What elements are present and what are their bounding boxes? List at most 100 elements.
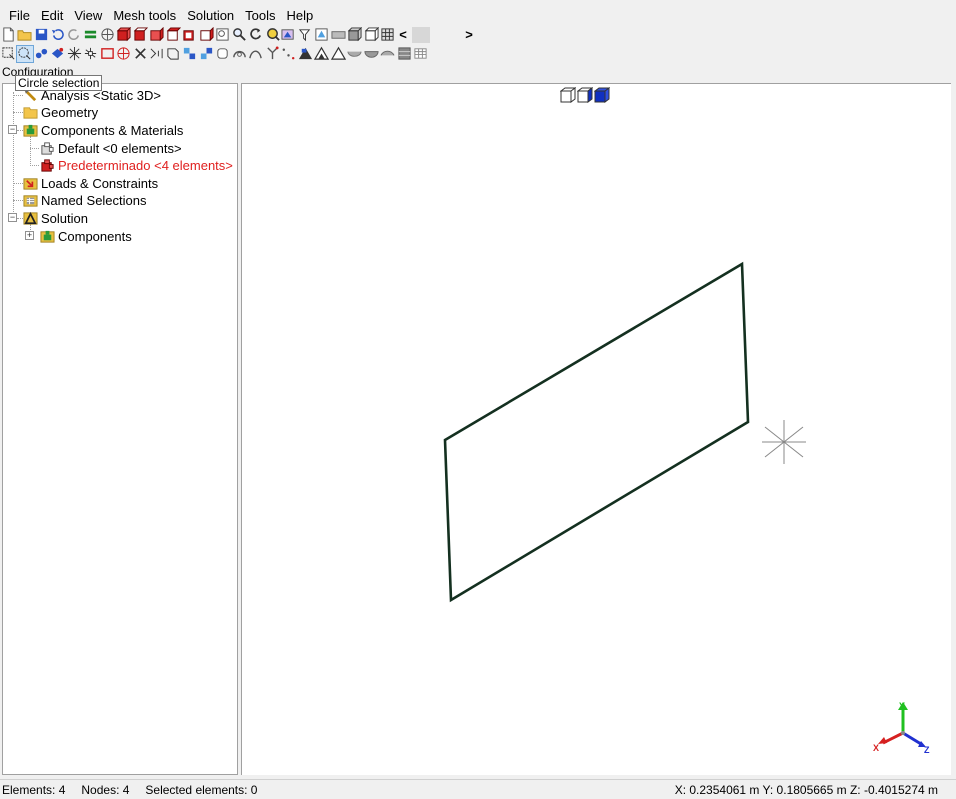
redo-icon[interactable] — [66, 27, 82, 43]
status-elements: Elements: 4 — [2, 783, 66, 797]
dots-icon[interactable] — [281, 46, 297, 62]
red-cube-left-icon[interactable] — [165, 27, 181, 43]
element-join-icon[interactable] — [198, 46, 214, 62]
red-cube-right-icon[interactable] — [182, 27, 198, 43]
loads-icon — [23, 176, 38, 191]
shell-icon[interactable] — [347, 46, 363, 62]
box-selection-icon[interactable] — [0, 46, 16, 62]
rotate-icon[interactable] — [248, 27, 264, 43]
equals-icon[interactable] — [83, 27, 99, 43]
red-cube-top-icon[interactable] — [198, 27, 214, 43]
named-selections-icon — [23, 193, 38, 208]
extrude-icon[interactable] — [165, 46, 181, 62]
tree-item-default[interactable]: Default <0 elements> — [40, 140, 182, 157]
delete-x-icon[interactable] — [132, 46, 148, 62]
menu-edit[interactable]: Edit — [36, 6, 69, 26]
node-spider-icon[interactable] — [83, 46, 99, 62]
undo-icon[interactable] — [50, 27, 66, 43]
tree-line — [13, 200, 23, 201]
wireframe-cube-icon[interactable] — [99, 27, 115, 43]
axis-label-y: Y — [899, 701, 905, 711]
tree-label-predeterminado: Predeterminado <4 elements> — [58, 158, 233, 173]
element-select-icon[interactable] — [50, 46, 66, 62]
triangle-outline-icon[interactable] — [330, 46, 346, 62]
components-icon — [40, 229, 55, 244]
toolbar-scroll-left[interactable]: < — [396, 27, 410, 43]
tooltip: Circle selection — [15, 75, 103, 91]
menu-mesh-tools[interactable]: Mesh tools — [108, 6, 182, 26]
pan-icon[interactable] — [281, 27, 297, 43]
tree-item-loads-constraints[interactable]: Loads & Constraints — [23, 175, 158, 192]
bowl-icon[interactable] — [363, 46, 379, 62]
tree-item-geometry[interactable]: Geometry — [23, 104, 98, 121]
tree-item-predeterminado[interactable]: Predeterminado <4 elements> — [40, 157, 233, 174]
open-folder-icon[interactable] — [17, 27, 33, 43]
view-fit-icon[interactable] — [314, 27, 330, 43]
tree-line — [30, 148, 39, 149]
model-quad[interactable] — [443, 261, 750, 603]
menu-file[interactable]: File — [0, 6, 36, 26]
tree-item-solution[interactable]: Solution — [23, 210, 88, 227]
block-icon[interactable] — [396, 46, 412, 62]
tree-label-default: Default <0 elements> — [58, 141, 182, 156]
triangle-filled-icon[interactable] — [314, 46, 330, 62]
circle-selection-icon[interactable] — [15, 44, 34, 63]
menu-help[interactable]: Help — [282, 6, 320, 26]
branch-icon[interactable] — [264, 46, 280, 62]
shaded-icon[interactable] — [330, 27, 346, 43]
toolbar-scroll-right[interactable]: > — [462, 27, 476, 43]
tree-item-components-materials[interactable]: Components & Materials — [23, 122, 183, 139]
tree-label-solution: Solution — [41, 211, 88, 226]
window-edge — [951, 83, 956, 779]
box-hidden-icon[interactable] — [363, 27, 379, 43]
solution-icon — [23, 211, 38, 226]
red-wire-cube-icon[interactable] — [116, 46, 132, 62]
tree-label-components-materials: Components & Materials — [41, 123, 184, 138]
red-cube-front-icon[interactable] — [132, 27, 148, 43]
status-nodes: Nodes: 4 — [81, 783, 130, 797]
axis-label-x: X — [873, 743, 879, 753]
mesh-triangle-icon[interactable] — [297, 46, 313, 62]
node-select-icon[interactable] — [33, 46, 49, 62]
menu-bar: File Edit View Mesh tools Solution Tools… — [0, 6, 319, 26]
save-icon[interactable] — [33, 27, 49, 43]
status-selected: Selected elements: 0 — [145, 783, 258, 797]
menu-tools[interactable]: Tools — [240, 6, 281, 26]
zoom-box-icon[interactable] — [215, 27, 231, 43]
red-cube-icon[interactable] — [116, 27, 132, 43]
box-edges-icon[interactable] — [347, 27, 363, 43]
rectangle-icon[interactable] — [99, 46, 115, 62]
toolbar-row-2 — [0, 44, 429, 63]
element-split-icon[interactable] — [182, 46, 198, 62]
expander-solution-components[interactable]: + — [25, 231, 34, 240]
toolbar-row-1: < > — [0, 25, 476, 44]
tree-line — [30, 136, 31, 166]
cylinder-icon[interactable] — [215, 46, 231, 62]
star-mesh-icon[interactable] — [66, 46, 82, 62]
tree-line — [30, 165, 39, 166]
axis-label-z: Z — [924, 745, 930, 755]
graphics-viewport[interactable]: Y X Z — [241, 83, 951, 775]
surface-icon[interactable] — [380, 46, 396, 62]
expander-solution[interactable]: − — [8, 213, 17, 222]
tree-item-solution-components[interactable]: Components — [40, 228, 132, 245]
selection-filter-icon[interactable] — [297, 27, 313, 43]
material-red-icon — [40, 158, 55, 173]
table-icon[interactable] — [413, 46, 429, 62]
curve-icon[interactable] — [248, 46, 264, 62]
red-cube-back-icon[interactable] — [149, 27, 165, 43]
model-canvas: Y X Z — [443, 261, 930, 755]
zoom-icon[interactable] — [231, 27, 247, 43]
zoom-extents-icon[interactable] — [264, 27, 280, 43]
expander-components[interactable]: − — [8, 125, 17, 134]
tree-item-named-selections[interactable]: Named Selections — [23, 192, 147, 209]
loop-icon[interactable] — [231, 46, 247, 62]
new-file-icon[interactable] — [0, 27, 16, 43]
menu-solution[interactable]: Solution — [182, 6, 240, 26]
status-coordinates: X: 0.2354061 m Y: 0.1805665 m Z: -0.4015… — [674, 783, 938, 797]
mirror-icon[interactable] — [149, 46, 165, 62]
app-window: File Edit View Mesh tools Solution Tools… — [0, 0, 956, 799]
grid-icon[interactable] — [380, 27, 396, 43]
tree-label-geometry: Geometry — [41, 105, 99, 120]
menu-view[interactable]: View — [69, 6, 108, 26]
